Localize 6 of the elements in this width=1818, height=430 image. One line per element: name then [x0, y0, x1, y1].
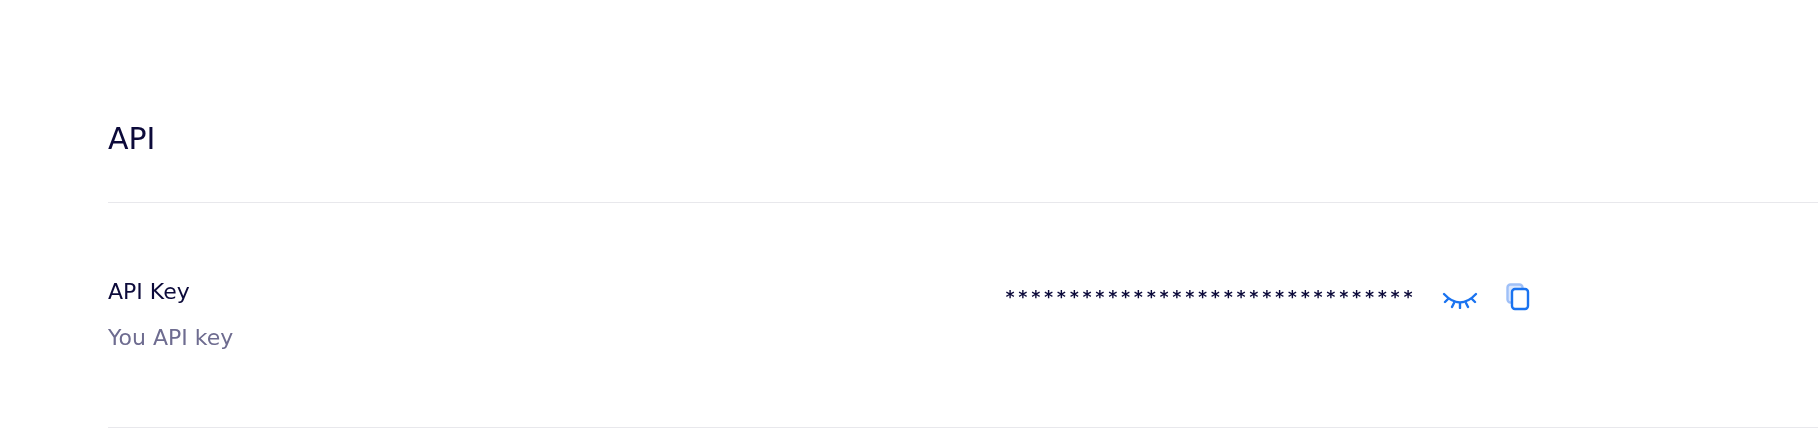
closed-eye-icon[interactable]: [1441, 291, 1478, 309]
section-title: API: [108, 120, 157, 158]
masked-key: ********************************: [1005, 287, 1416, 307]
setting-description: You API key: [108, 324, 235, 352]
setting-label: API Key: [108, 278, 191, 306]
copy-icon[interactable]: [1505, 283, 1530, 311]
